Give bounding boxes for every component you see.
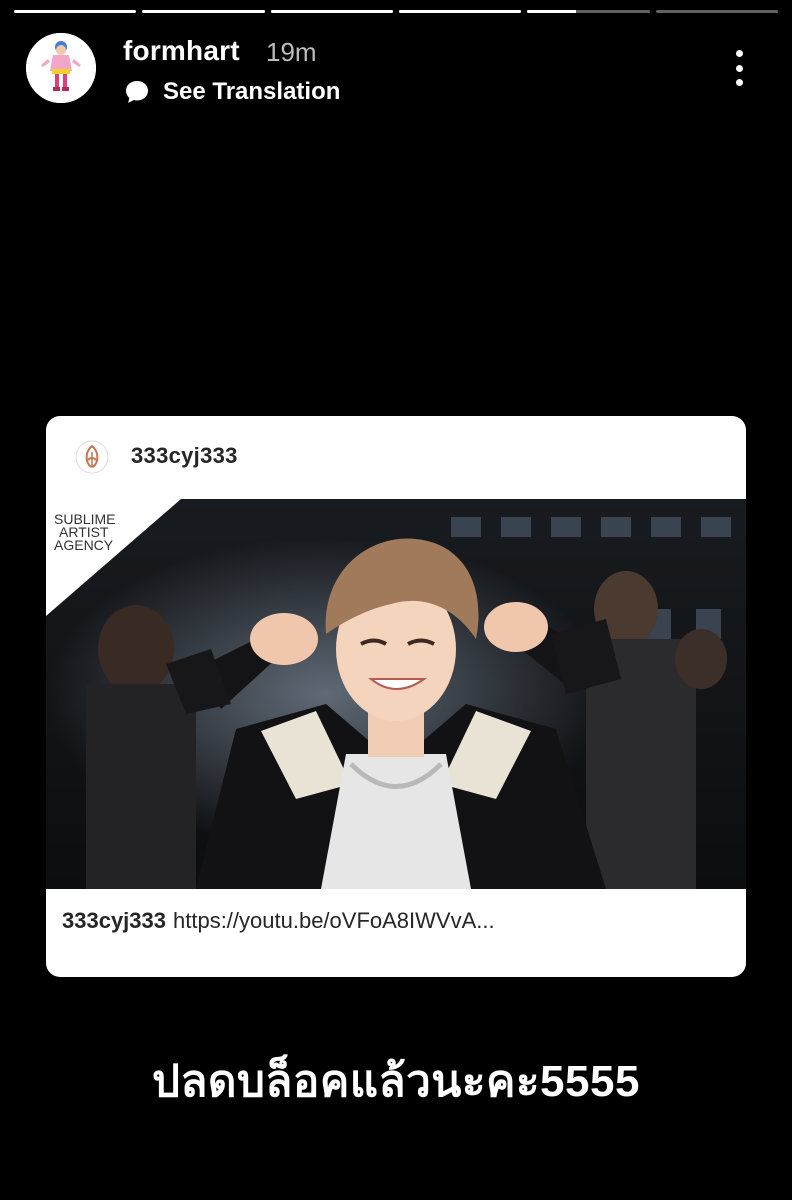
agency-logo-icon	[75, 440, 109, 474]
progress-segment	[398, 10, 522, 13]
story-username[interactable]: formhart	[123, 35, 240, 67]
progress-segment	[142, 10, 265, 13]
see-translation-label: See Translation	[163, 78, 341, 105]
story-caption-text: ปลดบล็อคแล้วนะคะ5555	[152, 1057, 640, 1106]
progress-segment	[270, 10, 393, 13]
progress-segment	[527, 10, 650, 13]
progress-segment	[14, 10, 137, 13]
story-progress-bar	[14, 10, 778, 14]
progress-segment	[655, 10, 778, 13]
story-timestamp: 19m	[266, 37, 317, 67]
more-vertical-icon-dot	[735, 64, 743, 72]
see-translation-button[interactable]: See Translation	[123, 76, 340, 108]
shared-post-username[interactable]: 333cyj333	[131, 443, 238, 469]
avatar[interactable]	[26, 33, 96, 103]
more-vertical-icon-dot	[735, 79, 743, 86]
shared-post-image[interactable]: SUBLIME ARTIST AGENCY	[46, 499, 746, 889]
shared-post-caption[interactable]: 333cyj333 https://youtu.be/oVFoA8IWVvA...	[62, 908, 495, 934]
speech-bubble-icon	[126, 81, 148, 103]
video-thumbnail: SUBLIME ARTIST AGENCY	[46, 499, 746, 889]
caption-link[interactable]: https://youtu.be/oVFoA8IWVvA...	[173, 908, 495, 933]
more-vertical-icon	[735, 50, 743, 57]
avatar-illustration	[26, 33, 96, 103]
brand-line: AGENCY	[54, 537, 114, 553]
shared-post-card[interactable]: 333cyj333 SUBLIME ARTIST AGENCY 333cyj33…	[46, 416, 746, 977]
caption-username: 333cyj333	[62, 908, 166, 933]
more-options-button[interactable]	[728, 50, 750, 86]
